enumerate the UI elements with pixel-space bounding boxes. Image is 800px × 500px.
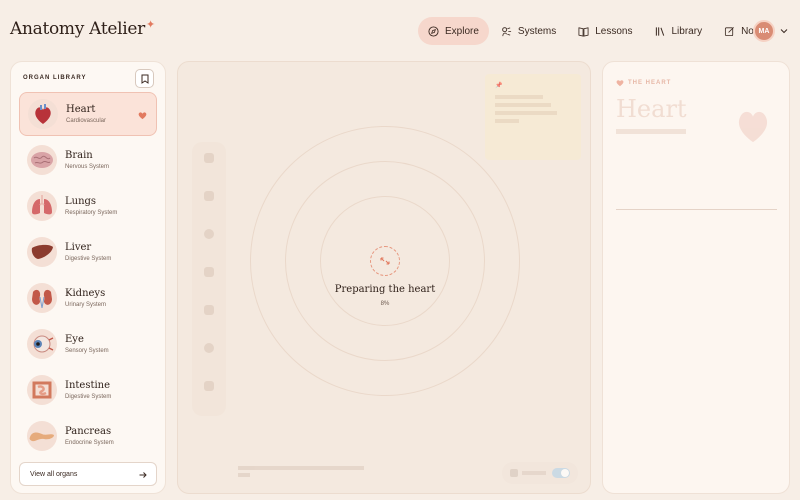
view-all-organs-button[interactable]: View all organs [19,462,157,486]
bookmark-button[interactable] [135,69,154,88]
organ-name: Brain [65,150,93,161]
brain-organ-icon [27,145,57,175]
favorite-heart-icon[interactable] [138,111,147,120]
details-title: Heart [616,95,687,123]
book-icon [578,26,589,37]
nav-lessons[interactable]: Lessons [568,17,642,45]
notes-icon [725,26,734,36]
organ-name: Lungs [65,196,97,207]
heart-illustration [738,111,768,143]
loading-progress: 8% [380,301,390,307]
lungs-organ-icon [27,191,57,221]
viewer-hint [238,463,364,480]
divider [616,209,777,210]
organ-system: Nervous System [65,164,110,170]
tool-button[interactable] [199,340,219,368]
liver-organ-icon [27,237,57,267]
loading-title: Preparing the heart [334,284,436,295]
systems-icon [502,26,511,36]
arrow-right-icon [139,472,147,478]
organ-name: Liver [65,242,92,253]
details-subtitle [616,129,686,134]
sticky-note: 📌 [485,74,581,160]
organ-name: Heart [66,104,96,115]
viewer-toolbar [192,142,226,416]
nav-lessons-label: Lessons [595,25,633,37]
organ-viewer[interactable]: 📌 Preparing the heart 8% [177,61,591,494]
organ-system: Digestive System [65,256,112,262]
organ-name: Eye [65,334,84,345]
view-all-label: View all organs [30,470,78,478]
kidneys-organ-icon [27,283,57,313]
organ-system: Urinary System [65,302,107,308]
chevron-down-icon[interactable] [780,27,788,35]
library-icon [655,26,664,36]
sparkle-icon: ✦ [146,18,155,31]
nav-systems-label: Systems [517,25,557,37]
heart-organ-icon [28,99,58,129]
toggle-label-placeholder [522,471,546,475]
avatar[interactable]: MA [753,20,775,42]
nav-library[interactable]: Library [645,17,713,45]
tool-button[interactable] [199,226,219,254]
organ-library-heading: ORGAN LIBRARY [23,75,87,81]
details-eyebrow-label: THE HEART [628,80,672,86]
organ-item-pancreas[interactable]: Pancreas Endocrine System [19,414,157,458]
organ-system: Cardiovascular [66,118,107,124]
organ-name: Kidneys [65,288,106,299]
organ-system: Respiratory System [65,210,118,216]
organ-item-kidneys[interactable]: Kidneys Urinary System [19,276,157,320]
tool-button[interactable] [199,378,219,406]
intestine-organ-icon [27,375,57,405]
rotate-arrows-icon [380,257,390,265]
organ-system: Digestive System [65,394,112,400]
organ-details-panel: THE HEART Heart [602,61,790,494]
toggle-switch[interactable] [552,468,570,478]
avatar-initials: MA [758,27,770,35]
eye-organ-icon [27,329,57,359]
organ-item-intestine[interactable]: Intestine Digestive System [19,368,157,412]
tool-button[interactable] [199,150,219,178]
organ-name: Pancreas [65,426,112,437]
compass-icon [428,25,439,37]
main-nav: Explore Systems Lessons Library Notes [418,17,777,45]
organ-item-lungs[interactable]: Lungs Respiratory System [19,184,157,228]
viewer-toggle[interactable] [502,462,578,484]
app-title: Anatomy Atelier [10,19,145,39]
layers-icon [510,469,518,477]
top-bar: Anatomy Atelier✦ Explore Systems Lessons… [0,0,800,60]
nav-library-label: Library [671,25,703,37]
pancreas-organ-icon [27,421,57,451]
organ-system: Sensory System [65,348,109,354]
pin-icon: 📌 [495,83,503,89]
organ-library-panel: ORGAN LIBRARY Heart Cardiovascular Brain… [10,61,166,494]
organ-system: Endocrine System [65,440,114,446]
organ-item-heart[interactable]: Heart Cardiovascular [19,92,157,136]
nav-systems[interactable]: Systems [491,17,566,45]
organ-name: Intestine [65,380,111,391]
loading-spinner [370,246,400,276]
organ-item-liver[interactable]: Liver Digestive System [19,230,157,274]
bookmark-icon [141,74,148,84]
app-logo[interactable]: Anatomy Atelier✦ [10,18,155,39]
organ-item-brain[interactable]: Brain Nervous System [19,138,157,182]
nav-explore[interactable]: Explore [418,17,489,45]
nav-explore-label: Explore [445,25,479,37]
organ-item-eye[interactable]: Eye Sensory System [19,322,157,366]
details-eyebrow: THE HEART [616,79,671,87]
heart-icon [616,80,624,87]
tool-button[interactable] [199,188,219,216]
